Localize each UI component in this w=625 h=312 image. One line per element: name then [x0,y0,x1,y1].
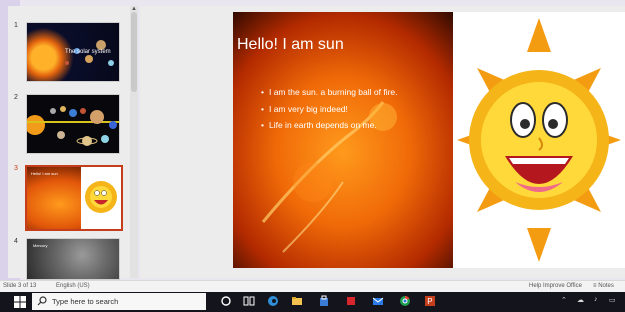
app-red-icon[interactable] [345,295,357,307]
thumbnail-number: 3 [14,165,18,172]
svg-text:P: P [427,297,432,306]
planets-image [27,106,119,146]
thumbnail-number: 1 [14,22,18,29]
windows-start-icon[interactable] [14,296,26,308]
thumbnail-number: 4 [14,238,18,245]
bullet-item: I am very big indeed! [261,101,398,118]
current-slide[interactable]: Hello! I am sun I am the sun. a burning … [233,12,625,268]
slide-thumbnail-3[interactable]: Hello! I am sun [25,165,123,231]
file-explorer-icon[interactable] [291,295,303,307]
search-icon [37,296,47,306]
search-placeholder: Type here to search [52,297,119,306]
cartoon-sun-image [457,18,621,262]
chevron-up-icon[interactable]: ⌃ [561,296,567,304]
notes-icon: ≡ [593,283,597,289]
bullet-item: I am the sun. a burning ball of fire. [261,84,398,101]
notes-button[interactable]: ≡ Notes [593,283,614,289]
powerpoint-icon[interactable]: P [424,295,436,307]
collapse-up-icon[interactable]: ▲ [131,6,137,12]
volume-icon[interactable]: ♪ [594,296,598,303]
network-icon[interactable]: ☁ [577,296,584,304]
help-improve-office-link[interactable]: Help Improve Office [529,283,582,289]
cartoon-sun-picture[interactable] [453,12,625,268]
language-indicator[interactable]: English (US) [56,283,90,289]
slide-thumbnail-4[interactable]: Mercury [26,238,120,280]
slide-counter[interactable]: Slide 3 of 13 [3,283,36,289]
thumbnail-scroll-thumb[interactable] [131,12,137,92]
edge-browser-icon[interactable] [267,295,279,307]
task-view-icon[interactable] [243,295,255,307]
slide-thumbnail-2[interactable] [26,94,120,154]
thumbnail-title: Hello! I am sun [31,171,58,176]
thumbnail-title: Mercury [33,243,48,248]
notes-label: Notes [598,283,614,289]
slide-thumbnail-1[interactable]: The solar system [26,22,120,82]
slide-bullets[interactable]: I am the sun. a burning ball of fire. I … [261,84,398,134]
mail-icon[interactable] [372,295,384,307]
cortana-icon[interactable] [220,295,232,307]
cartoon-sun-area [81,167,121,229]
chrome-icon[interactable] [399,295,411,307]
bullet-item: Life in earth depends on me. [261,117,398,134]
store-icon[interactable] [318,295,330,307]
slide-title[interactable]: Hello! I am sun [237,36,344,54]
cartoon-sun-image [85,181,117,213]
notification-icon[interactable]: ▭ [609,296,616,304]
thumbnail-number: 2 [14,94,18,101]
thumbnail-title: The solar system [65,49,111,55]
